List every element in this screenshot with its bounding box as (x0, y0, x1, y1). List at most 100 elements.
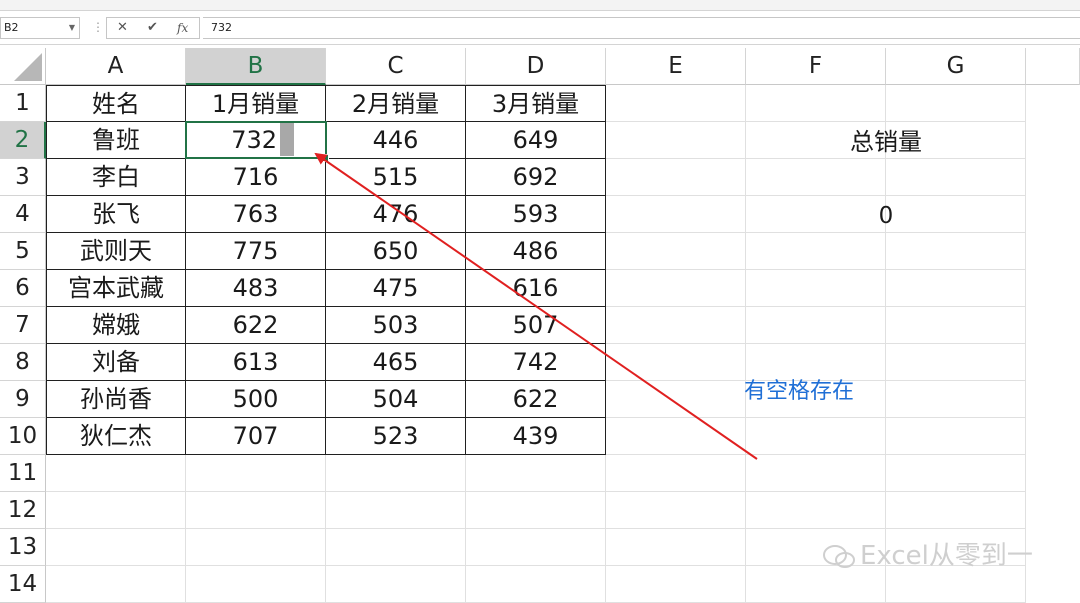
row-header-9[interactable]: 9 (0, 381, 46, 418)
table-cell[interactable]: 650 (326, 233, 466, 270)
row-header-11[interactable]: 11 (0, 455, 46, 492)
empty-cell[interactable] (466, 566, 606, 603)
empty-cell[interactable] (326, 566, 466, 603)
column-header-c[interactable]: C (326, 48, 466, 85)
table-cell[interactable]: 孙尚香 (46, 381, 186, 418)
empty-cell[interactable] (746, 492, 886, 529)
table-cell[interactable]: 649 (466, 122, 606, 159)
row-header-10[interactable]: 10 (0, 418, 46, 455)
row-header-8[interactable]: 8 (0, 344, 46, 381)
empty-cell[interactable] (46, 455, 186, 492)
empty-cell[interactable] (886, 381, 1026, 418)
empty-cell[interactable] (746, 418, 886, 455)
empty-cell[interactable] (606, 381, 746, 418)
empty-cell[interactable] (326, 529, 466, 566)
empty-cell[interactable] (886, 159, 1026, 196)
table-cell[interactable]: 刘备 (46, 344, 186, 381)
empty-cell[interactable] (886, 492, 1026, 529)
empty-cell[interactable] (606, 270, 746, 307)
column-header-b[interactable]: B (186, 48, 326, 85)
table-cell[interactable]: 483 (186, 270, 326, 307)
empty-cell[interactable] (606, 122, 746, 159)
table-cell[interactable]: 476 (326, 196, 466, 233)
table-cell[interactable]: 716 (186, 159, 326, 196)
empty-cell[interactable] (746, 307, 886, 344)
empty-cell[interactable] (186, 492, 326, 529)
empty-cell[interactable] (606, 492, 746, 529)
insert-function-icon[interactable]: fx (177, 18, 188, 38)
table-cell[interactable]: 742 (466, 344, 606, 381)
empty-cell[interactable] (606, 418, 746, 455)
empty-cell[interactable] (886, 270, 1026, 307)
table-cell[interactable]: 446 (326, 122, 466, 159)
table-cell[interactable]: 622 (466, 381, 606, 418)
empty-cell[interactable] (186, 529, 326, 566)
empty-cell[interactable] (46, 566, 186, 603)
empty-cell[interactable] (186, 566, 326, 603)
table-cell[interactable]: 465 (326, 344, 466, 381)
empty-cell[interactable] (46, 492, 186, 529)
empty-cell[interactable] (886, 455, 1026, 492)
empty-cell[interactable] (606, 455, 746, 492)
table-cell[interactable]: 507 (466, 307, 606, 344)
table-cell[interactable]: 鲁班 (46, 122, 186, 159)
table-cell[interactable]: 515 (326, 159, 466, 196)
empty-cell[interactable] (466, 455, 606, 492)
table-cell[interactable]: 504 (326, 381, 466, 418)
empty-cell[interactable] (606, 233, 746, 270)
total-sales-value[interactable]: 0 (746, 198, 1026, 235)
empty-cell[interactable] (46, 529, 186, 566)
table-cell[interactable]: 523 (326, 418, 466, 455)
row-header-14[interactable]: 14 (0, 566, 46, 603)
empty-cell[interactable] (606, 529, 746, 566)
row-header-4[interactable]: 4 (0, 196, 46, 233)
table-header-cell[interactable]: 2月销量 (326, 85, 466, 122)
empty-cell[interactable] (466, 492, 606, 529)
table-cell[interactable]: 嫦娥 (46, 307, 186, 344)
table-cell[interactable]: 732 (186, 122, 326, 159)
empty-cell[interactable] (886, 418, 1026, 455)
table-cell[interactable]: 475 (326, 270, 466, 307)
row-header-3[interactable]: 3 (0, 159, 46, 196)
column-header-next[interactable] (1026, 48, 1080, 85)
table-cell[interactable]: 486 (466, 233, 606, 270)
row-header-5[interactable]: 5 (0, 233, 46, 270)
table-cell[interactable]: 616 (466, 270, 606, 307)
enter-icon[interactable]: ✔ (147, 18, 158, 38)
table-cell[interactable]: 613 (186, 344, 326, 381)
table-cell[interactable]: 李白 (46, 159, 186, 196)
empty-cell[interactable] (746, 455, 886, 492)
formula-input[interactable]: 732 (203, 17, 1080, 39)
table-cell[interactable]: 622 (186, 307, 326, 344)
empty-cell[interactable] (606, 159, 746, 196)
table-cell[interactable]: 775 (186, 233, 326, 270)
empty-cell[interactable] (606, 344, 746, 381)
cancel-icon[interactable]: ✕ (117, 18, 128, 38)
row-header-2[interactable]: 2 (0, 122, 46, 159)
table-header-cell[interactable]: 1月销量 (186, 85, 326, 122)
empty-cell[interactable] (326, 455, 466, 492)
row-header-12[interactable]: 12 (0, 492, 46, 529)
table-header-cell[interactable]: 3月销量 (466, 85, 606, 122)
empty-cell[interactable] (606, 196, 746, 233)
total-sales-label[interactable]: 总销量 (746, 124, 1026, 161)
empty-cell[interactable] (606, 85, 746, 122)
table-cell[interactable]: 狄仁杰 (46, 418, 186, 455)
empty-cell[interactable] (606, 566, 746, 603)
empty-cell[interactable] (326, 492, 466, 529)
column-header-a[interactable]: A (46, 48, 186, 85)
table-cell[interactable]: 763 (186, 196, 326, 233)
row-header-1[interactable]: 1 (0, 85, 46, 122)
table-cell[interactable]: 武则天 (46, 233, 186, 270)
empty-cell[interactable] (186, 455, 326, 492)
empty-cell[interactable] (746, 233, 886, 270)
table-cell[interactable]: 692 (466, 159, 606, 196)
table-cell[interactable]: 503 (326, 307, 466, 344)
select-all-button[interactable] (0, 48, 46, 85)
empty-cell[interactable] (746, 159, 886, 196)
name-box[interactable]: B2 ▼ (0, 17, 80, 39)
chevron-down-icon[interactable]: ▼ (69, 18, 75, 38)
column-header-g[interactable]: G (886, 48, 1026, 85)
table-cell[interactable]: 张飞 (46, 196, 186, 233)
column-header-d[interactable]: D (466, 48, 606, 85)
